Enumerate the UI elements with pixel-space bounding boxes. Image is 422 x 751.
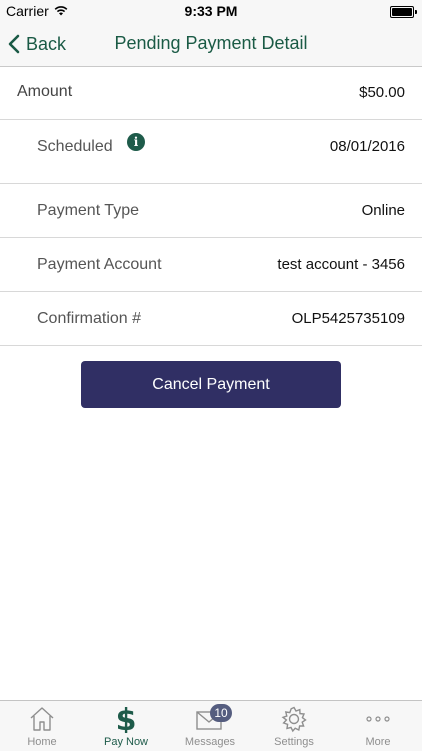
battery-icon — [390, 6, 417, 18]
payment-account-label: Payment Account — [37, 256, 162, 273]
tab-settings[interactable]: Settings — [252, 701, 336, 751]
payment-type-value: Online — [361, 202, 405, 219]
payment-type-label: Payment Type — [37, 202, 139, 219]
confirmation-row: Confirmation # OLP5425735109 — [0, 292, 422, 346]
more-icon — [366, 716, 390, 722]
info-icon[interactable]: i — [127, 133, 145, 151]
scheduled-value: 08/01/2016 — [329, 138, 405, 155]
tab-messages-label: Messages — [184, 736, 236, 748]
tab-settings-label: Settings — [274, 736, 314, 748]
confirmation-value: OLP5425735109 — [291, 310, 405, 327]
dollar-icon: $ — [116, 703, 137, 733]
amount-value: $50.00 — [359, 84, 405, 101]
scheduled-label: Scheduled — [37, 138, 113, 155]
confirmation-label: Confirmation # — [37, 310, 142, 327]
svg-text:$: $ — [116, 703, 137, 733]
tab-messages[interactable]: 10 Messages — [168, 701, 252, 751]
amount-row: Amount $50.00 — [0, 67, 422, 120]
tab-home[interactable]: Home — [0, 701, 84, 751]
payment-type-row: Payment Type Online — [0, 184, 422, 238]
payment-account-value: test account - 3456 — [277, 256, 405, 273]
scheduled-row: Scheduled i 08/01/2016 — [0, 120, 422, 184]
tab-home-label: Home — [27, 736, 57, 748]
tab-pay-now[interactable]: $ Pay Now — [84, 701, 168, 751]
gear-icon — [281, 706, 307, 733]
home-icon — [30, 707, 54, 731]
status-bar: Carrier 9:33 PM — [0, 0, 422, 22]
navigation-bar: Back Pending Payment Detail — [0, 22, 422, 67]
tab-pay-now-label: Pay Now — [103, 736, 149, 748]
tab-more-label: More — [365, 736, 391, 748]
clock: 9:33 PM — [184, 3, 238, 19]
tab-bar: Home $ Pay Now 10 Messages Settings More — [0, 700, 422, 751]
payment-account-row: Payment Account test account - 3456 — [0, 238, 422, 292]
amount-label: Amount — [17, 83, 73, 100]
unread-badge: 10 — [210, 704, 232, 722]
tab-more[interactable]: More — [336, 701, 420, 751]
cancel-payment-button[interactable]: Cancel Payment — [81, 361, 341, 408]
page-title: Pending Payment Detail — [114, 33, 308, 53]
